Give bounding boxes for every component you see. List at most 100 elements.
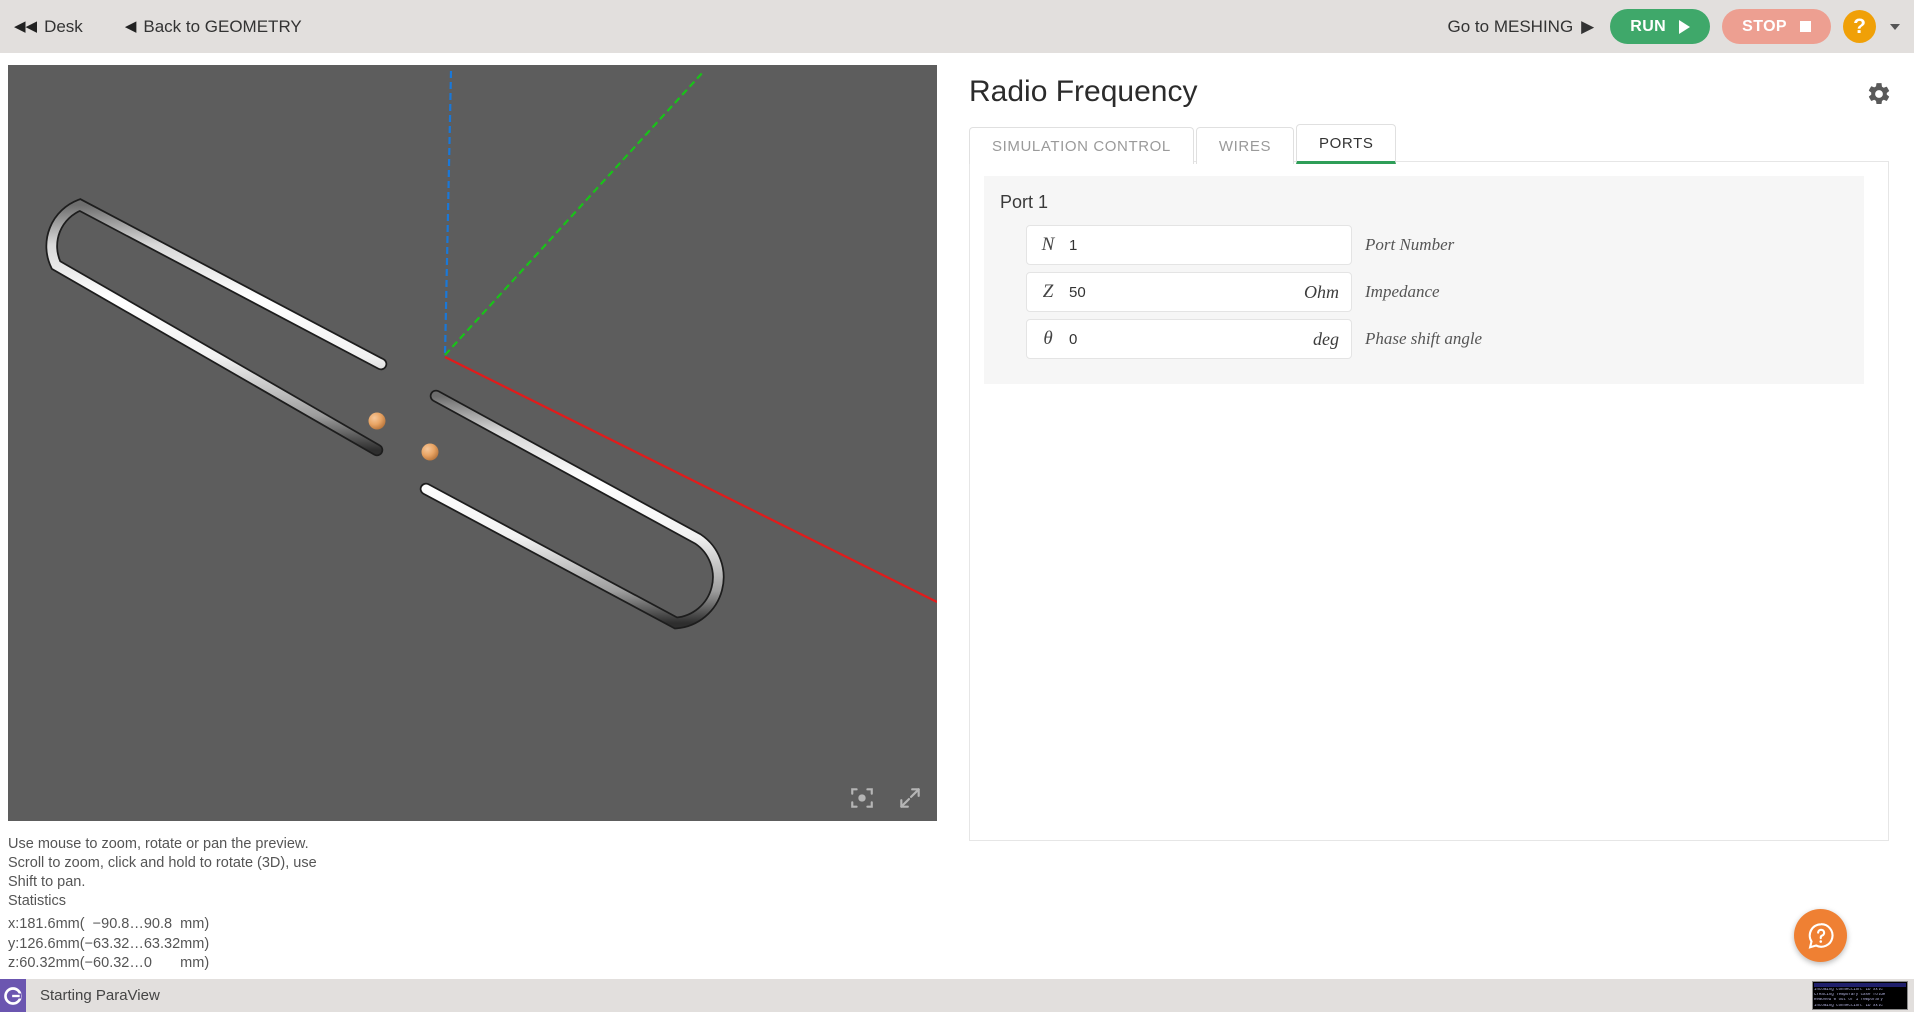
impedance-label: Impedance — [1365, 282, 1440, 301]
stat-unit: mm — [55, 935, 80, 952]
top-toolbar: ◀◀ Desk ◀ Back to GEOMETRY Go to MESHING… — [0, 0, 1914, 53]
table-row: y: 126.6 mm ( −63.32 … 63.32 mm) — [8, 935, 209, 955]
settings-tab-bar: SIMULATION CONTROL WIRES PORTS — [969, 124, 1398, 164]
run-button-label: RUN — [1630, 17, 1667, 35]
port-number-label: Port Number — [1365, 235, 1455, 254]
run-button[interactable]: RUN — [1610, 9, 1711, 44]
stat-range-unit: mm) — [180, 955, 210, 972]
stat-unit: mm — [55, 955, 80, 972]
double-left-arrow-icon: ◀◀ — [14, 18, 38, 35]
stat-axis: x: — [8, 916, 20, 932]
top-toolbar-right-group: Go to MESHING ▶ RUN STOP ? — [1448, 9, 1914, 44]
axis-y-line — [444, 70, 705, 356]
viewport-scene — [45, 70, 937, 630]
hint-line-3: Shift to pan. — [8, 874, 86, 891]
center-focus-icon[interactable] — [849, 785, 875, 811]
back-to-geometry-link[interactable]: ◀ Back to GEOMETRY — [125, 17, 302, 37]
impedance-unit: Ohm — [1304, 281, 1339, 302]
back-to-geometry-label: Back to GEOMETRY — [143, 16, 302, 36]
page-title: Radio Frequency — [969, 75, 1198, 108]
stat-range-dots: … — [129, 935, 144, 952]
stat-open-paren: ( — [79, 935, 85, 952]
settings-pane: Radio Frequency SIMULATION CONTROL WIRES… — [960, 53, 1914, 959]
paraview-logo-icon — [0, 979, 26, 1012]
impedance-value[interactable]: 50 — [1069, 284, 1304, 301]
stat-axis: z: — [8, 955, 20, 972]
stat-range-unit: mm) — [180, 935, 210, 952]
stat-range-dots: … — [129, 916, 144, 932]
right-arrow-icon: ▶ — [1581, 16, 1595, 36]
chevron-down-icon[interactable] — [1890, 23, 1900, 30]
impedance-row: Z 50 Ohm Impedance — [1026, 272, 1848, 312]
go-to-meshing-link[interactable]: Go to MESHING ▶ — [1448, 17, 1595, 37]
statistics-title: Statistics — [8, 893, 67, 909]
stat-range-unit: mm) — [180, 916, 210, 932]
phase-shift-unit: deg — [1313, 328, 1339, 349]
port-card-title: Port 1 — [1000, 192, 1049, 212]
stat-max: 63.32 — [143, 935, 181, 952]
axis-x-line — [444, 356, 937, 603]
impedance-input[interactable]: Z 50 Ohm — [1026, 272, 1352, 312]
stat-min: −60.32 — [84, 955, 130, 972]
phase-shift-value[interactable]: 0 — [1069, 331, 1313, 348]
top-toolbar-left-group: ◀◀ Desk ◀ Back to GEOMETRY — [0, 17, 344, 37]
stat-range-dots: … — [129, 955, 144, 972]
port-number-value[interactable]: 1 — [1069, 237, 1339, 254]
3d-viewport[interactable] — [8, 65, 937, 821]
tab-ports[interactable]: PORTS — [1296, 124, 1397, 164]
table-row: z: 60.32 mm ( −60.32 … 0 mm) — [8, 954, 209, 974]
hint-line-2: Scroll to zoom, click and hold to rotate… — [8, 855, 317, 872]
viewport-tool-group — [849, 785, 923, 811]
stat-min: −90.8 — [92, 916, 130, 932]
go-to-meshing-label: Go to MESHING — [1447, 16, 1574, 36]
port-number-input[interactable]: N 1 — [1026, 225, 1352, 265]
ports-tab-panel: Port 1 N 1 Port Number Z 50 Ohm Impedanc… — [969, 161, 1889, 841]
port-marker-sphere — [421, 443, 439, 461]
expand-arrows-icon[interactable] — [897, 785, 923, 811]
hint-line-1: Use mouse to zoom, rotate or pan the pre… — [8, 836, 309, 852]
tab-wires[interactable]: WIRES — [1195, 127, 1295, 164]
status-bar: Starting ParaView — [0, 979, 1914, 1012]
wire-geometry — [45, 198, 725, 630]
desk-nav-link[interactable]: ◀◀ Desk — [14, 17, 83, 37]
stop-square-icon — [1800, 21, 1811, 32]
phase-shift-label: Phase shift angle — [1365, 329, 1483, 348]
gear-icon[interactable] — [1866, 81, 1892, 107]
port-number-symbol: N — [1041, 234, 1055, 255]
statistics-table: x: 181.6 mm ( −90.8 … 90.8 mm) y: 126.6 … — [8, 915, 209, 974]
help-fab-button[interactable] — [1794, 909, 1847, 962]
desk-nav-label: Desk — [44, 16, 83, 36]
mini-console-window[interactable]: Incoming connection. ID xxlc Creating Te… — [1812, 981, 1908, 1010]
phase-shift-input[interactable]: θ 0 deg — [1026, 319, 1352, 359]
tab-simulation-control[interactable]: SIMULATION CONTROL — [969, 127, 1194, 164]
stat-min: −63.32 — [84, 935, 130, 952]
port-number-row: N 1 Port Number — [1026, 225, 1848, 265]
viewport-hint-text: Use mouse to zoom, rotate or pan the pre… — [8, 835, 428, 892]
phase-shift-row: θ 0 deg Phase shift angle — [1026, 319, 1848, 359]
table-row: x: 181.6 mm ( −90.8 … 90.8 mm) — [8, 915, 209, 935]
stat-axis: y: — [8, 935, 20, 952]
mini-console-line: Incoming connection. ID xxlc — [1814, 1003, 1883, 1008]
left-arrow-icon: ◀ — [124, 18, 137, 35]
stat-size: 60.32 — [19, 955, 56, 972]
play-icon — [1679, 19, 1691, 34]
impedance-symbol: Z — [1042, 281, 1054, 302]
help-button[interactable]: ? — [1843, 10, 1876, 43]
status-message: Starting ParaView — [40, 987, 160, 1004]
stat-size: 126.6 — [19, 935, 56, 952]
axis-z-line — [443, 70, 453, 356]
preview-pane: Use mouse to zoom, rotate or pan the pre… — [0, 53, 960, 971]
stat-max: 0 — [143, 955, 152, 972]
mini-console-titlebar — [1814, 983, 1906, 987]
stop-button-label: STOP — [1742, 17, 1787, 35]
phase-shift-symbol: θ — [1043, 328, 1053, 349]
stop-button[interactable]: STOP — [1722, 9, 1831, 44]
stat-open-paren: ( — [79, 955, 85, 972]
stat-size: 181.6 — [19, 916, 56, 932]
stat-unit: mm — [55, 916, 80, 932]
help-bubble-icon — [1808, 922, 1834, 949]
stat-max: 90.8 — [143, 916, 173, 932]
question-mark-icon: ? — [1853, 14, 1866, 38]
stat-open-paren: ( — [79, 916, 85, 932]
port-marker-sphere — [368, 412, 386, 430]
